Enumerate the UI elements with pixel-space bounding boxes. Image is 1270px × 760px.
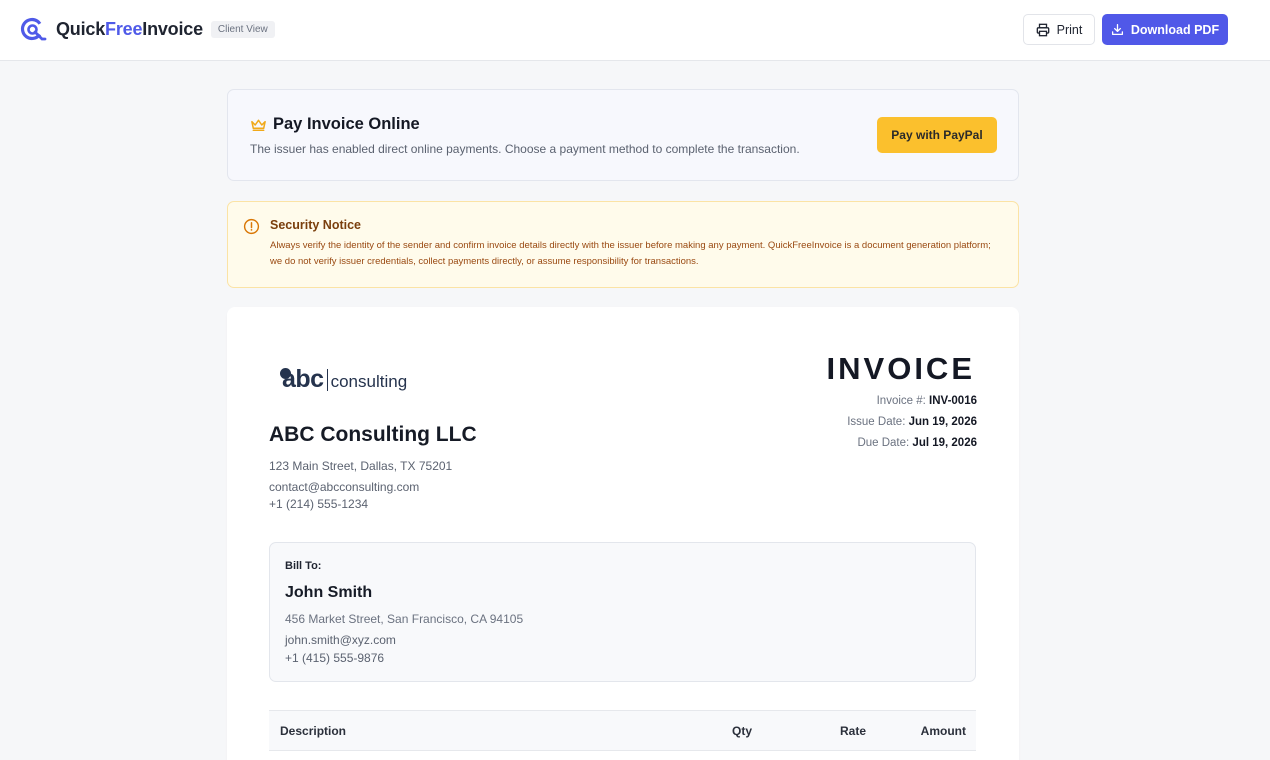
company-address: 123 Main Street, Dallas, TX 75201 bbox=[269, 459, 453, 473]
print-button[interactable]: Print bbox=[1023, 14, 1095, 45]
pay-online-heading: Pay Invoice Online bbox=[250, 115, 420, 134]
company-logo-sub: consulting bbox=[330, 372, 408, 391]
issue-date: Issue Date: Jun 19, 2026 bbox=[847, 416, 977, 428]
bill-to-card: Bill To: John Smith 456 Market Street, S… bbox=[269, 542, 976, 682]
pay-online-panel: Pay Invoice Online The issuer has enable… bbox=[227, 89, 1019, 181]
issue-date-value: Jun 19, 2026 bbox=[908, 416, 977, 428]
download-pdf-button[interactable]: Download PDF bbox=[1102, 14, 1228, 45]
issue-date-label: Issue Date: bbox=[847, 416, 906, 428]
due-date: Due Date: Jul 19, 2026 bbox=[857, 437, 977, 449]
pay-online-description: The issuer has enabled direct online pay… bbox=[250, 142, 800, 156]
download-icon bbox=[1111, 23, 1123, 36]
company-logo: abc consulting bbox=[280, 365, 408, 394]
company-logo-mark-icon bbox=[280, 368, 291, 379]
due-date-label: Due Date: bbox=[857, 437, 910, 449]
column-header-description: Description bbox=[280, 724, 347, 738]
brand-name-suffix: Invoice bbox=[142, 19, 203, 39]
column-header-rate: Rate bbox=[840, 724, 867, 738]
print-label: Print bbox=[1056, 22, 1083, 37]
pay-online-title: Pay Invoice Online bbox=[273, 115, 420, 133]
brand[interactable]: QuickFreeInvoice Client View bbox=[20, 16, 275, 43]
invoice-title: INVOICE bbox=[826, 351, 975, 386]
bill-to-name: John Smith bbox=[285, 584, 373, 601]
alert-circle-icon bbox=[243, 218, 260, 235]
bill-to-label: Bill To: bbox=[285, 560, 322, 572]
company-email: contact@abcconsulting.com bbox=[269, 480, 420, 494]
top-bar: QuickFreeInvoice Client View Print Downl… bbox=[0, 0, 1270, 61]
crown-icon bbox=[251, 119, 266, 131]
company-phone: +1 (214) 555-1234 bbox=[269, 497, 369, 511]
security-notice-body: Always verify the identity of the sender… bbox=[270, 240, 991, 267]
security-notice: Security Notice Always verify the identi… bbox=[227, 201, 1019, 288]
due-date-value: Jul 19, 2026 bbox=[912, 437, 977, 449]
column-header-amount: Amount bbox=[920, 724, 966, 738]
pay-with-paypal-button[interactable]: Pay with PayPal bbox=[877, 117, 997, 153]
brand-name-accent: Free bbox=[105, 19, 143, 39]
client-view-badge: Client View bbox=[210, 21, 275, 38]
invoice-number-value: INV-0016 bbox=[929, 395, 977, 407]
brand-name: QuickFreeInvoice bbox=[56, 19, 203, 40]
items-table-header: Description Qty Rate Amount bbox=[269, 710, 976, 751]
company-logo-divider bbox=[326, 368, 328, 391]
column-header-qty: Qty bbox=[732, 724, 753, 738]
invoice-number-label: Invoice #: bbox=[876, 395, 926, 407]
company-name: ABC Consulting LLC bbox=[269, 423, 477, 446]
bill-to-email: john.smith@xyz.com bbox=[285, 633, 396, 647]
bill-to-address: 456 Market Street, San Francisco, CA 941… bbox=[285, 612, 524, 626]
invoice-number: Invoice #: INV-0016 bbox=[877, 395, 977, 407]
brand-name-prefix: Quick bbox=[56, 19, 106, 39]
bill-to-phone: +1 (415) 555-9876 bbox=[285, 651, 385, 665]
invoice-document: abc consulting ABC Consulting LLC 123 Ma… bbox=[227, 307, 1019, 760]
download-pdf-label: Download PDF bbox=[1130, 22, 1220, 37]
printer-icon bbox=[1036, 23, 1049, 36]
security-notice-title: Security Notice bbox=[270, 218, 362, 232]
brand-logo-icon bbox=[20, 17, 47, 41]
